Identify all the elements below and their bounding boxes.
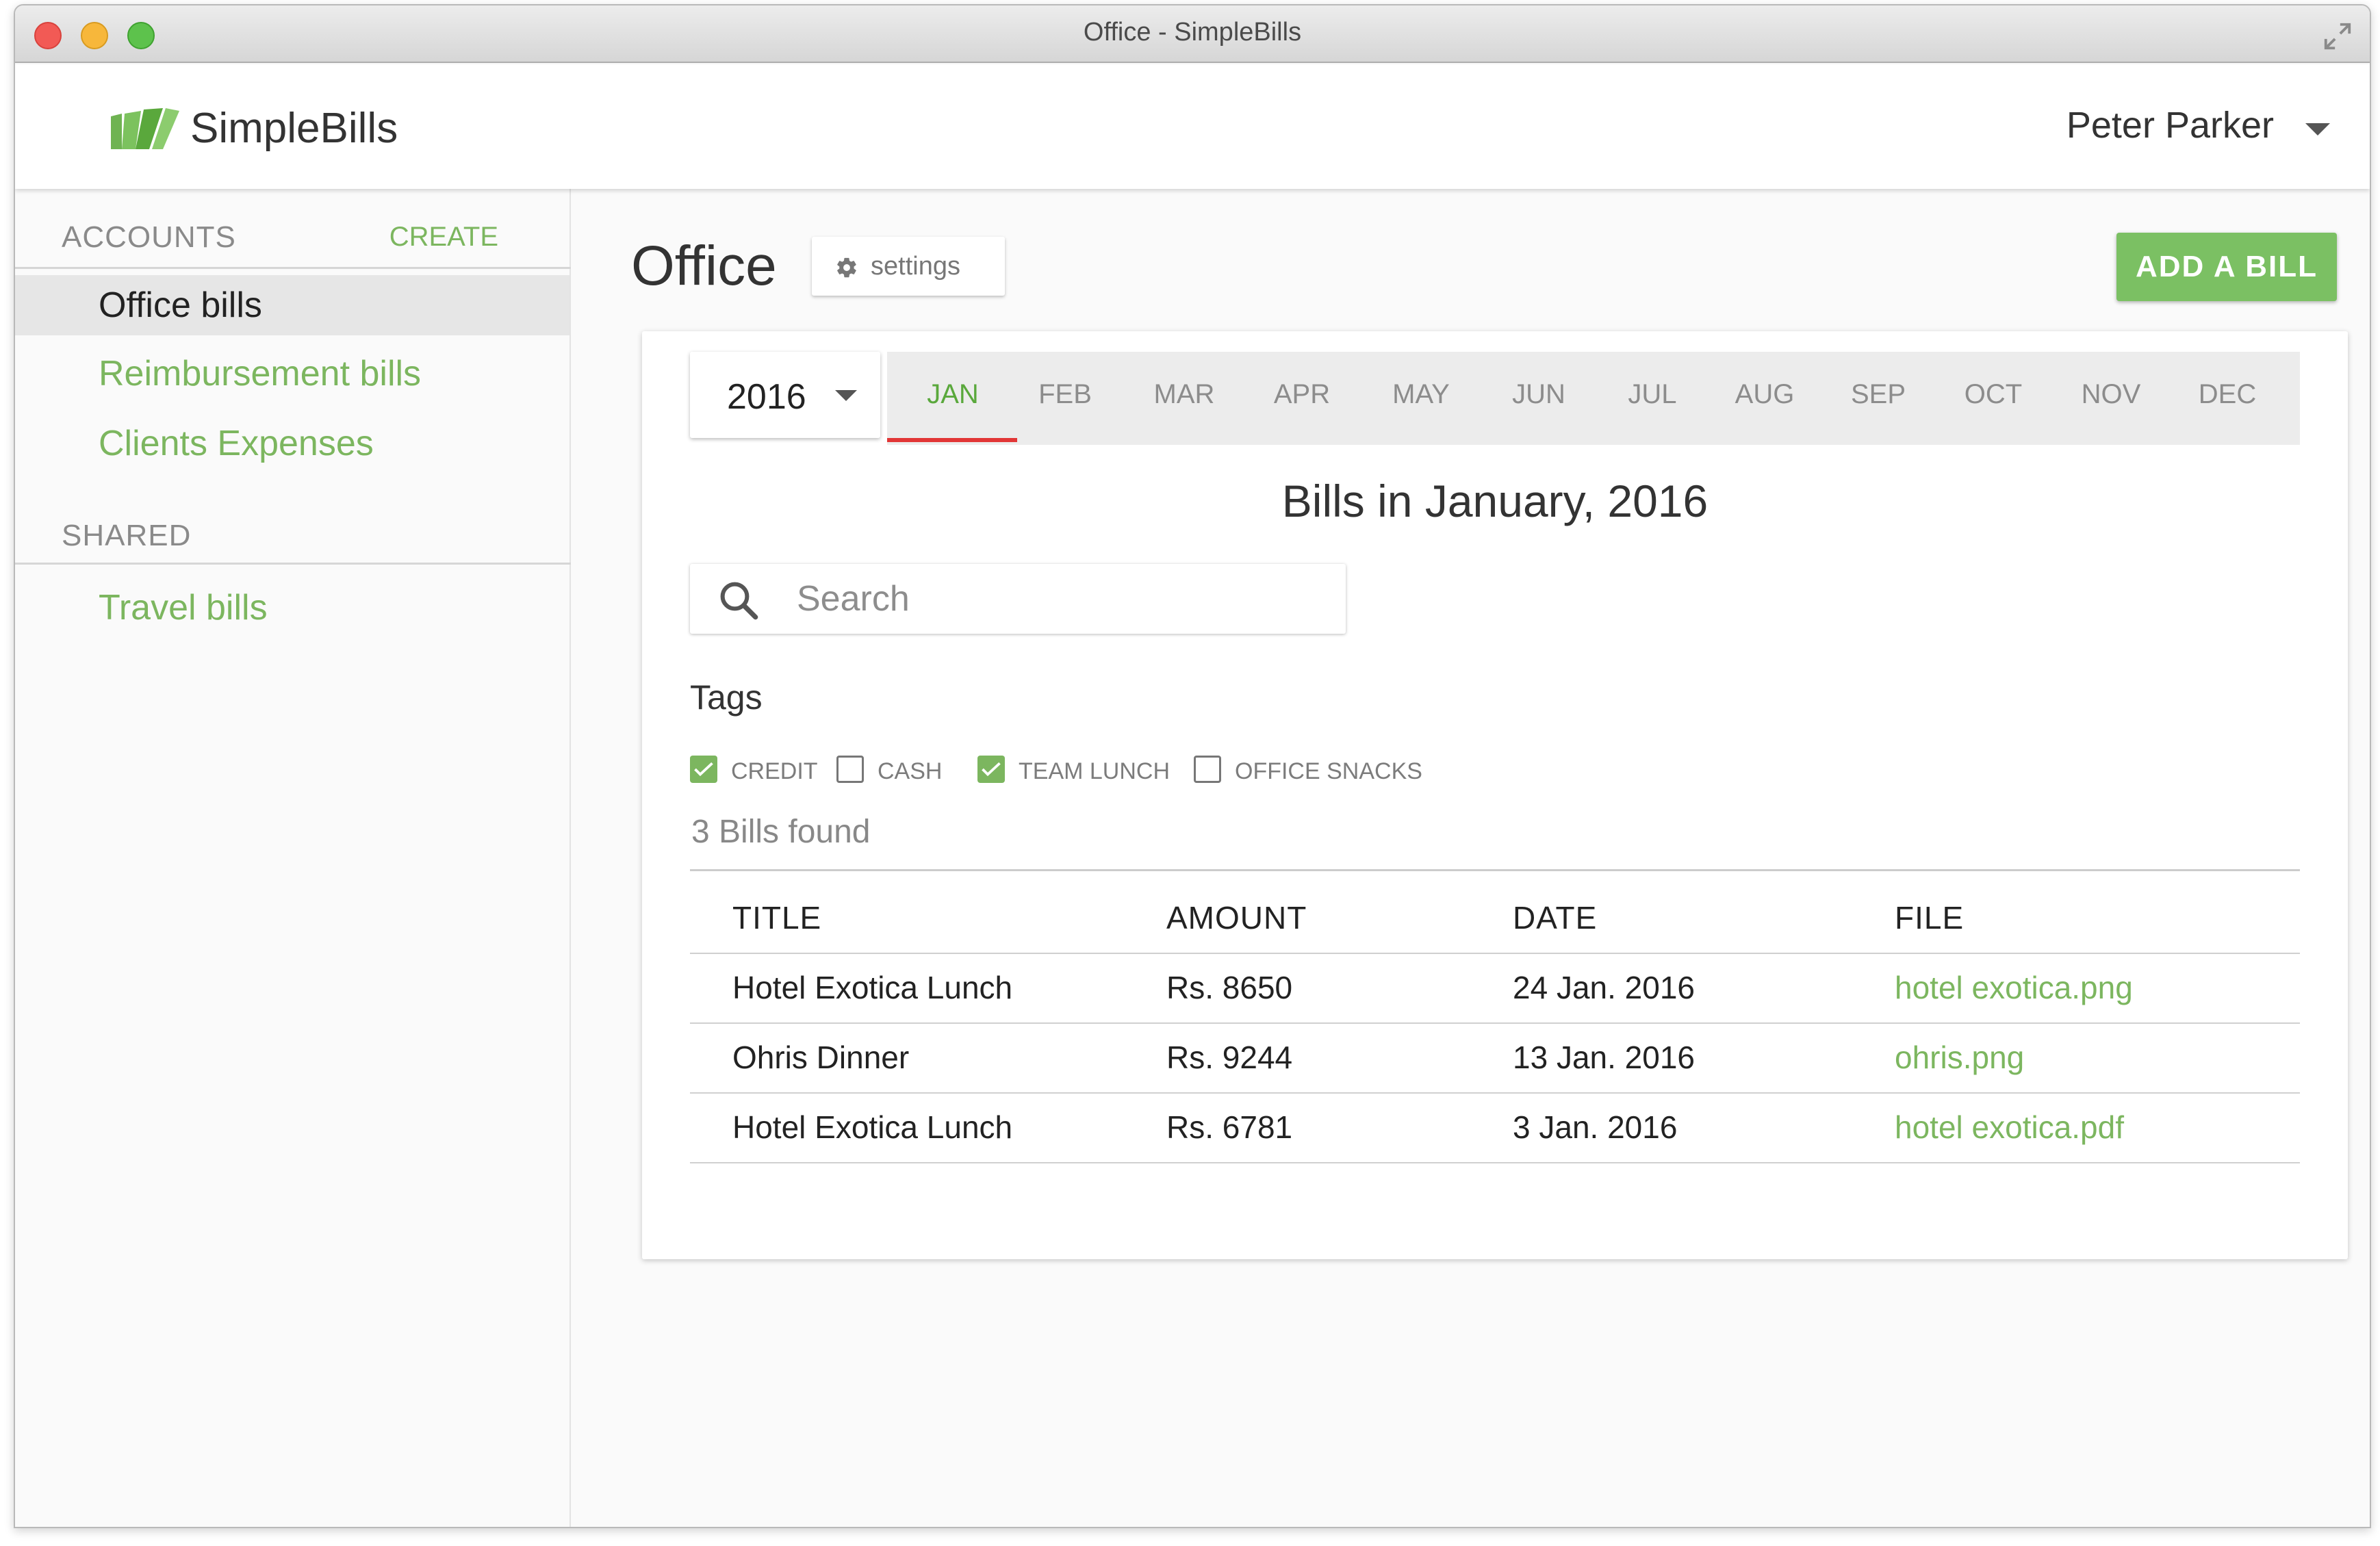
divider — [690, 1092, 2300, 1094]
gear-icon — [837, 257, 856, 278]
sidebar-item-travel-bills[interactable]: Travel bills — [15, 578, 570, 638]
file-link[interactable]: ohris.png — [1895, 1039, 2024, 1076]
search-icon — [720, 582, 758, 620]
checkbox-unchecked[interactable] — [836, 756, 864, 783]
sidebar-item-clients-expenses[interactable]: Clients Expenses — [15, 413, 570, 474]
tag-label: CREDIT — [731, 758, 818, 784]
active-tab-indicator — [887, 438, 1017, 442]
tag-label: TEAM LUNCH — [1019, 758, 1170, 784]
search-input[interactable] — [797, 576, 1317, 621]
fullscreen-icon[interactable] — [2322, 21, 2353, 52]
tab-dec[interactable]: DEC — [2186, 379, 2268, 410]
tag-label: OFFICE SNACKS — [1235, 758, 1422, 784]
divider — [690, 869, 2300, 871]
user-menu-name[interactable]: Peter Parker — [2066, 104, 2274, 146]
bills-card: 2016 JAN FEB MAR APR MAY JUN JUL AUG SEP… — [642, 331, 2348, 1259]
tab-jul[interactable]: JUL — [1611, 379, 1693, 410]
cell-date: 24 Jan. 2016 — [1513, 970, 1696, 1005]
create-account-link[interactable]: CREATE — [389, 222, 498, 253]
tab-may[interactable]: MAY — [1380, 379, 1462, 410]
checkbox-checked[interactable] — [977, 756, 1005, 783]
sidebar-item-reimbursement-bills[interactable]: Reimbursement bills — [15, 344, 570, 404]
app-window: Office - SimpleBills SimpleBills Peter P… — [14, 4, 2371, 1528]
shared-heading: SHARED — [62, 519, 192, 552]
checkmark-icon — [982, 762, 1001, 777]
divider — [690, 1162, 2300, 1163]
column-header-title: TITLE — [732, 900, 822, 936]
year-value: 2016 — [727, 377, 806, 417]
main-content: Office settings ADD A BILL 2016 JAN FEB … — [571, 189, 2370, 1527]
bills-heading: Bills in January, 2016 — [1281, 476, 1709, 526]
window-title: Office - SimpleBills — [1083, 18, 1302, 47]
brand-name: SimpleBills — [190, 105, 398, 152]
tab-jun[interactable]: JUN — [1498, 379, 1580, 410]
sidebar-item-office-bills[interactable]: Office bills — [15, 275, 570, 335]
column-header-amount: AMOUNT — [1166, 900, 1307, 936]
column-header-date: DATE — [1513, 900, 1598, 936]
tab-aug[interactable]: AUG — [1724, 379, 1806, 410]
cell-title: Ohris Dinner — [732, 1040, 910, 1075]
cell-title: Hotel Exotica Lunch — [732, 1109, 1013, 1145]
cell-title: Hotel Exotica Lunch — [732, 970, 1013, 1005]
tags-label: Tags — [690, 678, 763, 717]
tab-oct[interactable]: OCT — [1952, 379, 2034, 410]
file-link[interactable]: hotel exotica.pdf — [1895, 1109, 2124, 1146]
chevron-down-icon[interactable] — [2305, 123, 2330, 136]
tab-nov[interactable]: NOV — [2070, 379, 2152, 410]
divider — [690, 953, 2300, 954]
app-header: SimpleBills Peter Parker — [15, 64, 2370, 189]
search-box — [690, 564, 1346, 634]
add-bill-button[interactable]: ADD A BILL — [2116, 233, 2337, 301]
tab-sep[interactable]: SEP — [1837, 379, 1919, 410]
column-header-file: FILE — [1895, 900, 1965, 936]
bills-found-count: 3 Bills found — [691, 814, 871, 850]
sidebar: ACCOUNTS CREATE Office bills Reimburseme… — [15, 189, 571, 1527]
year-select[interactable]: 2016 — [690, 352, 880, 438]
checkbox-unchecked[interactable] — [1194, 756, 1221, 783]
settings-label: settings — [871, 252, 960, 281]
divider — [690, 1022, 2300, 1024]
tag-label: CASH — [878, 758, 943, 784]
month-tabs: JAN FEB MAR APR MAY JUN JUL AUG SEP OCT … — [887, 352, 2300, 445]
accounts-heading: ACCOUNTS — [62, 220, 236, 254]
tab-jan[interactable]: JAN — [912, 379, 994, 410]
file-link[interactable]: hotel exotica.png — [1895, 969, 2133, 1006]
checkmark-icon — [694, 762, 713, 777]
checkbox-checked[interactable] — [690, 756, 717, 783]
title-bar: Office - SimpleBills — [15, 5, 2370, 63]
chevron-down-icon — [835, 390, 857, 401]
page-title: Office — [631, 235, 777, 297]
cell-amount: Rs. 9244 — [1166, 1040, 1293, 1075]
tab-feb[interactable]: FEB — [1024, 379, 1106, 410]
cell-amount: Rs. 6781 — [1166, 1109, 1293, 1145]
cell-date: 3 Jan. 2016 — [1513, 1109, 1678, 1145]
divider — [15, 267, 571, 269]
settings-button[interactable]: settings — [812, 237, 1005, 296]
cell-date: 13 Jan. 2016 — [1513, 1040, 1696, 1075]
tab-apr[interactable]: APR — [1261, 379, 1343, 410]
divider — [15, 563, 571, 565]
cell-amount: Rs. 8650 — [1166, 970, 1293, 1005]
simplebills-logo-icon — [111, 108, 179, 149]
tab-mar[interactable]: MAR — [1143, 379, 1225, 410]
